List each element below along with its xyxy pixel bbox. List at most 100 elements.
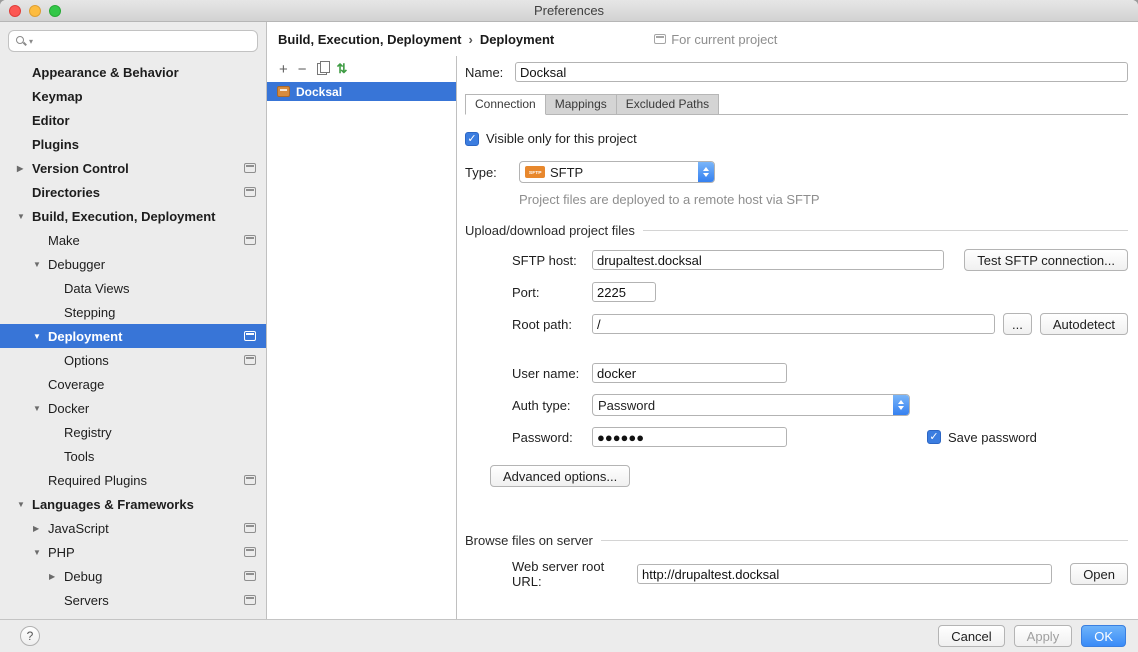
breadcrumb-item-build-execution-deployment[interactable]: Build, Execution, Deployment	[278, 32, 461, 47]
sidebar-item-label: Stepping	[64, 305, 115, 320]
save-password-checkbox[interactable]: ✓ Save password	[927, 430, 1037, 445]
sidebar-item-editor[interactable]: Editor	[0, 108, 266, 132]
sidebar-item-label: Keymap	[32, 89, 83, 104]
chevron-down-icon[interactable]: ▼	[33, 260, 48, 269]
sidebar-item-label: Options	[64, 353, 109, 368]
preferences-window: Preferences ▾ Appearance & Behavior Keym…	[0, 0, 1138, 652]
test-connection-button[interactable]: Test SFTP connection...	[964, 249, 1128, 271]
dropdown-arrows-icon	[698, 162, 714, 182]
tab-excluded-paths[interactable]: Excluded Paths	[617, 94, 719, 115]
remove-server-button[interactable]: −	[298, 62, 307, 77]
server-list-toolbar: + − ⇅	[267, 56, 456, 82]
scope-indicator: For current project	[654, 32, 777, 47]
port-input[interactable]	[592, 282, 656, 302]
sidebar-item-label: Debug	[64, 569, 102, 584]
sidebar-item-plugins[interactable]: Plugins	[0, 132, 266, 156]
chevron-down-icon[interactable]: ▼	[33, 548, 48, 557]
type-select[interactable]: SFTP SFTP	[519, 161, 715, 183]
chevron-down-icon: ▾	[29, 37, 33, 46]
sidebar-item-label: JavaScript	[48, 521, 109, 536]
tab-mappings[interactable]: Mappings	[546, 94, 617, 115]
open-button[interactable]: Open	[1070, 563, 1128, 585]
checkbox-checked-icon: ✓	[927, 430, 941, 444]
sidebar-item-debugger[interactable]: ▼Debugger	[0, 252, 266, 276]
add-server-button[interactable]: +	[279, 62, 288, 77]
cancel-button[interactable]: Cancel	[938, 625, 1004, 647]
sidebar-item-php[interactable]: ▼PHP	[0, 540, 266, 564]
chevron-down-icon[interactable]: ▼	[17, 212, 32, 221]
dropdown-arrows-icon	[893, 395, 909, 415]
sync-icon[interactable]: ⇅	[337, 61, 348, 77]
tab-connection[interactable]: Connection	[465, 94, 546, 115]
name-label: Name:	[465, 65, 515, 80]
chevron-right-icon[interactable]: ▶	[17, 164, 32, 173]
sidebar-item-keymap[interactable]: Keymap	[0, 84, 266, 108]
chevron-down-icon[interactable]: ▼	[33, 332, 48, 341]
sidebar-item-deployment[interactable]: ▼Deployment	[0, 324, 266, 348]
settings-search-input[interactable]: ▾	[8, 30, 258, 52]
name-input[interactable]	[515, 62, 1128, 82]
breadcrumb: Build, Execution, Deployment › Deploymen…	[267, 22, 1138, 56]
titlebar[interactable]: Preferences	[0, 0, 1138, 22]
web-root-input[interactable]	[637, 564, 1052, 584]
zoom-button[interactable]	[49, 5, 61, 17]
sidebar-item-label: Tools	[64, 449, 94, 464]
sidebar-item-options[interactable]: Options	[0, 348, 266, 372]
scope-label: For current project	[671, 32, 777, 47]
upload-section-header: Upload/download project files	[465, 223, 1128, 238]
chevron-down-icon[interactable]: ▼	[17, 500, 32, 509]
auth-type-label: Auth type:	[512, 398, 592, 413]
sidebar-item-coverage[interactable]: Coverage	[0, 372, 266, 396]
port-label: Port:	[512, 285, 592, 300]
sidebar-item-label: Build, Execution, Deployment	[32, 209, 215, 224]
sidebar-item-registry[interactable]: Registry	[0, 420, 266, 444]
sftp-icon: SFTP	[525, 166, 545, 178]
sidebar-item-label: PHP	[48, 545, 75, 560]
server-list-item-docksal[interactable]: Docksal	[267, 82, 456, 101]
type-help-text: Project files are deployed to a remote h…	[519, 192, 1128, 207]
root-path-input[interactable]	[592, 314, 995, 334]
save-password-label: Save password	[948, 430, 1037, 445]
settings-tree: Appearance & Behavior Keymap Editor Plug…	[0, 60, 266, 612]
sidebar-item-debug[interactable]: ▶Debug	[0, 564, 266, 588]
sidebar-item-docker[interactable]: ▼Docker	[0, 396, 266, 420]
sidebar-item-javascript[interactable]: ▶JavaScript	[0, 516, 266, 540]
auth-type-select[interactable]: Password	[592, 394, 910, 416]
autodetect-button[interactable]: Autodetect	[1040, 313, 1128, 335]
sidebar-item-version-control[interactable]: ▶Version Control	[0, 156, 266, 180]
password-input[interactable]	[592, 427, 787, 447]
sidebar-item-servers[interactable]: Servers	[0, 588, 266, 612]
chevron-down-icon[interactable]: ▼	[33, 404, 48, 413]
sidebar-item-make[interactable]: Make	[0, 228, 266, 252]
sidebar-item-label: Required Plugins	[48, 473, 147, 488]
settings-sidebar: ▾ Appearance & Behavior Keymap Editor Pl…	[0, 22, 267, 619]
server-list-panel: + − ⇅ Docksal	[267, 56, 457, 619]
sidebar-item-directories[interactable]: Directories	[0, 180, 266, 204]
sftp-host-input[interactable]	[592, 250, 944, 270]
sidebar-item-appearance-behavior[interactable]: Appearance & Behavior	[0, 60, 266, 84]
sidebar-item-label: Servers	[64, 593, 109, 608]
apply-button[interactable]: Apply	[1014, 625, 1073, 647]
help-button[interactable]: ?	[20, 626, 40, 646]
user-name-input[interactable]	[592, 363, 787, 383]
chevron-right-icon[interactable]: ▶	[49, 572, 64, 581]
sidebar-item-required-plugins[interactable]: Required Plugins	[0, 468, 266, 492]
sidebar-item-languages-frameworks[interactable]: ▼Languages & Frameworks	[0, 492, 266, 516]
sidebar-item-tools[interactable]: Tools	[0, 444, 266, 468]
advanced-options-button[interactable]: Advanced options...	[490, 465, 630, 487]
sidebar-item-data-views[interactable]: Data Views	[0, 276, 266, 300]
ok-button[interactable]: OK	[1081, 625, 1126, 647]
sidebar-item-label: Debugger	[48, 257, 105, 272]
chevron-right-icon[interactable]: ▶	[33, 524, 48, 533]
sidebar-item-label: Editor	[32, 113, 70, 128]
close-button[interactable]	[9, 5, 21, 17]
type-label: Type:	[465, 165, 519, 180]
sidebar-item-stepping[interactable]: Stepping	[0, 300, 266, 324]
minimize-button[interactable]	[29, 5, 41, 17]
visible-only-checkbox[interactable]: ✓ Visible only for this project	[465, 131, 1128, 146]
project-settings-icon	[244, 331, 256, 341]
sidebar-item-build-execution-deployment[interactable]: ▼Build, Execution, Deployment	[0, 204, 266, 228]
browse-root-path-button[interactable]: ...	[1003, 313, 1032, 335]
breadcrumb-item-deployment[interactable]: Deployment	[480, 32, 554, 47]
copy-server-button[interactable]	[317, 63, 327, 75]
